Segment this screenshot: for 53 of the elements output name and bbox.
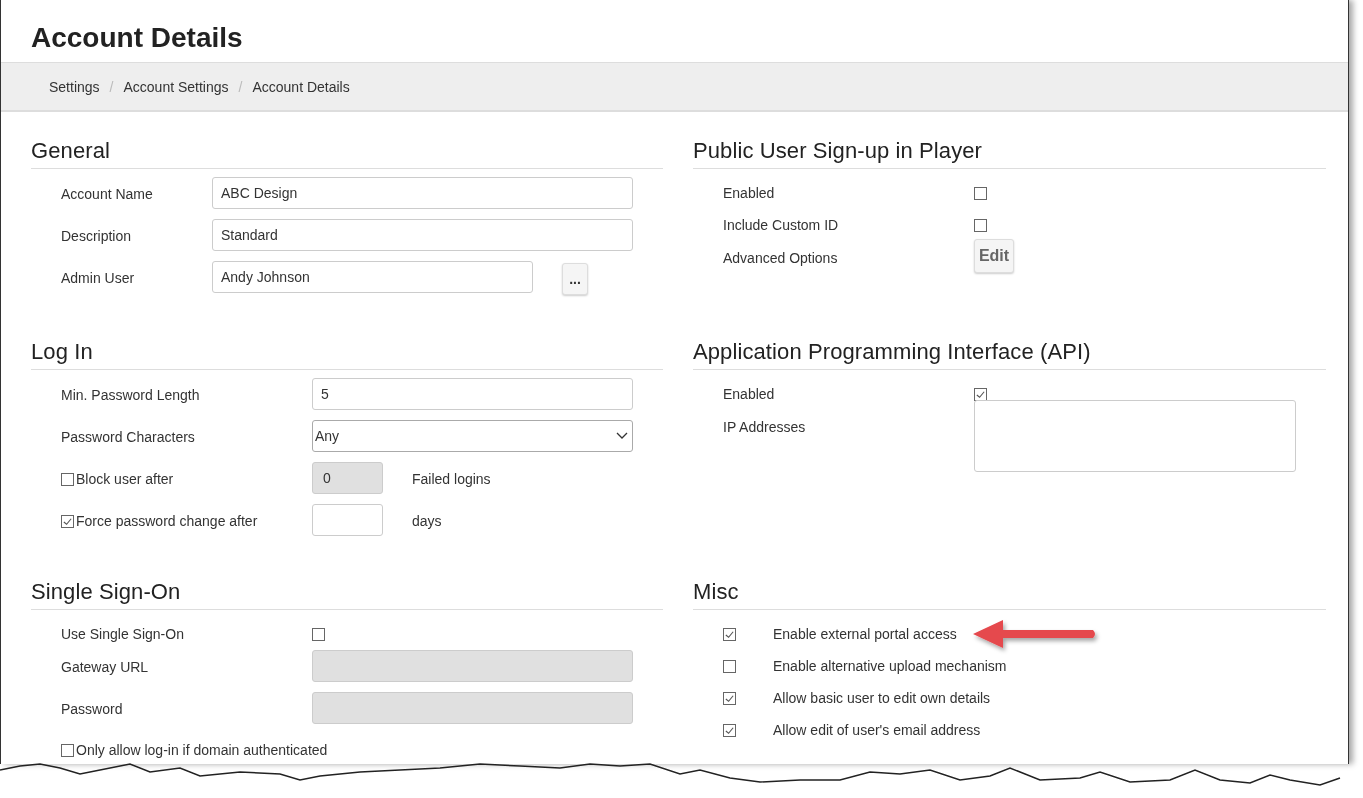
- checkbox[interactable]: [61, 514, 74, 528]
- unit-label: days: [412, 512, 442, 529]
- field-label: Use Single Sign-On: [61, 626, 185, 642]
- page-title: Account Details: [30, 21, 244, 55]
- breadcrumb-link[interactable]: Account Settings: [123, 78, 229, 95]
- select-field[interactable]: Any: [312, 420, 633, 452]
- checkbox-label: Enable external portal access: [773, 626, 957, 642]
- section-heading: Application Programming Interface (API): [693, 339, 1326, 370]
- field-label: IP Addresses: [723, 418, 807, 435]
- checkbox[interactable]: [61, 743, 74, 757]
- checkbox[interactable]: [974, 387, 987, 401]
- checkbox-label: Force password change after: [76, 513, 258, 529]
- field-label: Description: [61, 227, 133, 244]
- checkbox-label: Only allow log-in if domain authenticated: [76, 742, 328, 758]
- field-label: Advanced Options: [723, 249, 839, 266]
- field-label: Password: [61, 700, 124, 717]
- checkbox-label: Block user after: [76, 471, 174, 487]
- text-field[interactable]: ABC Design: [212, 177, 633, 209]
- breadcrumb-separator: /: [109, 78, 114, 95]
- checkbox[interactable]: [312, 627, 325, 641]
- text-field[interactable]: 5: [312, 378, 633, 410]
- breadcrumb-link[interactable]: Settings: [49, 78, 100, 95]
- number-field[interactable]: [312, 504, 383, 536]
- text-field[interactable]: Andy Johnson: [212, 261, 533, 293]
- section-heading: Log In: [31, 339, 663, 370]
- field-label: Gateway URL: [61, 658, 150, 675]
- section-heading: Misc: [693, 579, 1326, 610]
- text-field[interactable]: Standard: [212, 219, 633, 251]
- checkbox-label: Enable alternative upload mechanism: [773, 658, 1007, 674]
- field-label: Admin User: [61, 269, 136, 286]
- section-heading: Public User Sign-up in Player: [693, 138, 1326, 169]
- breadcrumb-separator: /: [238, 78, 243, 95]
- field-label: Min. Password Length: [61, 386, 201, 403]
- field-label: Password Characters: [61, 428, 196, 445]
- checkbox-label: Allow basic user to edit own details: [773, 690, 991, 706]
- unit-label: Failed logins: [412, 470, 491, 487]
- field-label: Enabled: [723, 185, 776, 201]
- chevron-down-icon: [616, 432, 628, 440]
- checkbox[interactable]: [974, 186, 987, 200]
- edit-button[interactable]: Edit: [974, 239, 1014, 273]
- section-heading: General: [31, 138, 663, 169]
- checkbox[interactable]: [723, 659, 736, 673]
- field-label: Account Name: [61, 185, 154, 202]
- breadcrumb-link[interactable]: Account Details: [252, 78, 350, 95]
- checkbox[interactable]: [974, 218, 987, 232]
- checkbox[interactable]: [723, 723, 736, 737]
- checkbox[interactable]: [723, 691, 736, 705]
- browse-button[interactable]: ...: [562, 263, 588, 295]
- checkbox[interactable]: [723, 627, 736, 641]
- checkbox-label: Allow edit of user's email address: [773, 722, 981, 738]
- field-label: Include Custom ID: [723, 217, 840, 233]
- field-label: Enabled: [723, 386, 776, 402]
- section-heading: Single Sign-On: [31, 579, 663, 610]
